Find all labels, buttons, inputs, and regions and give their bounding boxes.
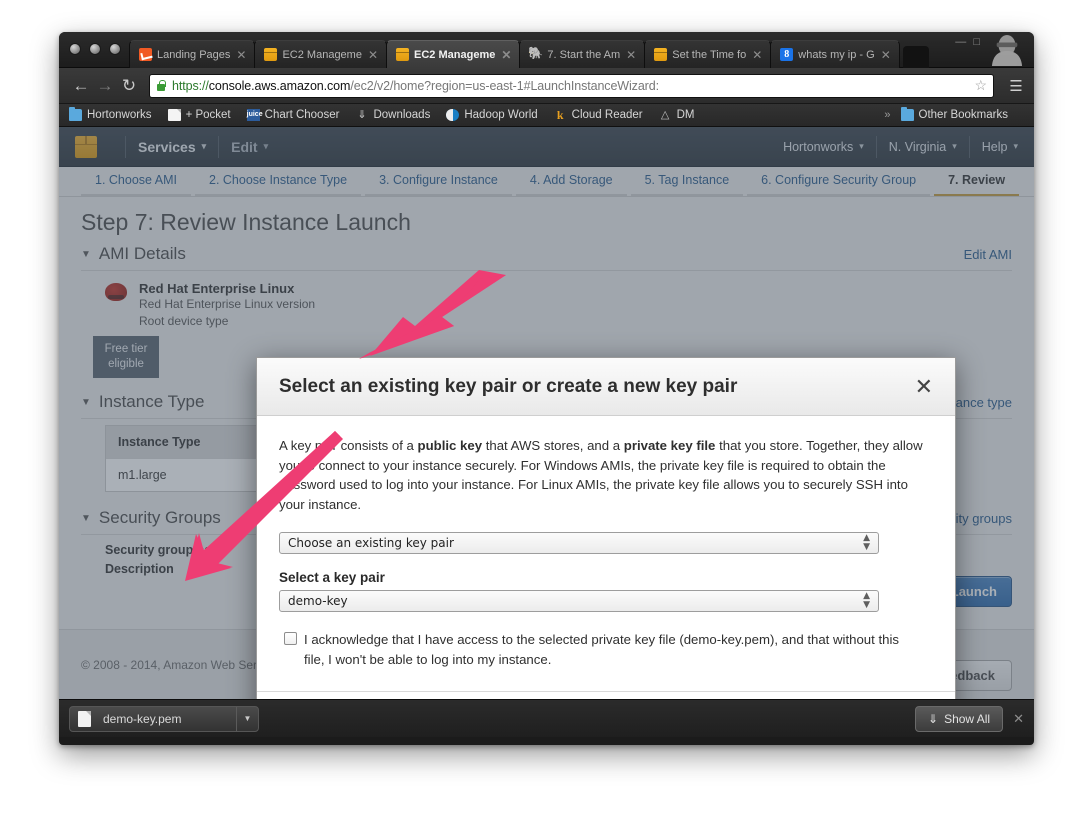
aws-cube-favicon-icon xyxy=(396,48,410,61)
downloaded-file-item[interactable]: demo-key.pem ▼ xyxy=(69,705,259,732)
tab-close-icon[interactable]: ✕ xyxy=(368,48,378,62)
tab-title: whats my ip - G xyxy=(798,48,875,61)
aws-cube-favicon-icon xyxy=(654,48,668,61)
bookmark-label: Hortonworks xyxy=(87,109,152,121)
tab-close-icon[interactable]: ✕ xyxy=(236,48,246,62)
other-bookmarks-label: Other Bookmarks xyxy=(918,109,1008,121)
folder-icon xyxy=(69,107,82,121)
tab-title: 7. Start the Am xyxy=(547,48,621,61)
show-all-label: Show All xyxy=(944,711,991,726)
keypair-select[interactable]: demo-key ▲ ▼ xyxy=(279,590,879,612)
browser-toolbar: ← → ↻ https://console.aws.amazon.com/ec2… xyxy=(59,68,1034,104)
url-text: https://console.aws.amazon.com/ec2/v2/ho… xyxy=(172,78,659,93)
document-icon xyxy=(167,109,181,121)
bookmarks-overflow-icon[interactable]: » xyxy=(874,109,900,121)
reload-icon[interactable]: ↻ xyxy=(117,76,141,96)
incognito-avatar-icon xyxy=(991,34,1023,66)
chart-favicon-icon xyxy=(139,48,152,61)
bookmark-cloud-reader[interactable]: k Cloud Reader xyxy=(554,109,643,121)
tab-title: Landing Pages xyxy=(157,48,231,61)
bookmark-downloads[interactable]: ⇓ Downloads xyxy=(355,109,430,121)
folder-icon xyxy=(900,107,914,121)
download-arrow-icon: ⇓ xyxy=(357,109,367,121)
modal-description: A key pair consists of a public key that… xyxy=(279,438,923,512)
acknowledge-row[interactable]: I acknowledge that I have access to the … xyxy=(279,630,933,669)
close-icon[interactable]: ✕ xyxy=(915,375,933,398)
tab-close-icon[interactable]: ✕ xyxy=(626,48,636,62)
ssl-lock-icon xyxy=(156,79,166,92)
browser-tab-1[interactable]: Landing Pages ✕ xyxy=(129,40,256,68)
browser-tab-5[interactable]: Set the Time fo ✕ xyxy=(644,40,772,68)
screenshot-root: Landing Pages ✕ EC2 Manageme ✕ EC2 Manag… xyxy=(0,0,1092,826)
tab-title: EC2 Manageme xyxy=(282,48,362,61)
close-window-button[interactable] xyxy=(69,43,81,55)
download-shelf: demo-key.pem ▼ ⇓ Show All ✕ xyxy=(59,699,1034,737)
browser-tab-2[interactable]: EC2 Manageme ✕ xyxy=(254,40,388,68)
bookmark-label: Downloads xyxy=(373,109,431,121)
browser-tab-6[interactable]: 8 whats my ip - G ✕ xyxy=(770,40,900,68)
keypair-mode-select[interactable]: Choose an existing key pair ▲ ▼ xyxy=(279,532,879,554)
bookmark-hortonworks[interactable]: Hortonworks xyxy=(69,107,152,121)
new-tab-button[interactable] xyxy=(902,46,929,68)
elephant-favicon-icon xyxy=(528,46,543,61)
hamburger-menu-icon[interactable]: ☰ xyxy=(1008,77,1024,95)
window-traffic-lights[interactable] xyxy=(69,43,121,55)
modal-header: Select an existing key pair or create a … xyxy=(257,358,955,416)
google-favicon-icon: 8 xyxy=(780,48,794,61)
browser-tab-3-active[interactable]: EC2 Manageme ✕ xyxy=(386,40,521,68)
bookmark-star-icon[interactable]: ☆ xyxy=(966,77,987,94)
keypair-mode-row: Choose an existing key pair ▲ ▼ xyxy=(279,532,933,554)
bookmark-label: + Pocket xyxy=(185,109,231,121)
forward-arrow-icon[interactable]: → xyxy=(93,76,117,96)
modal-body: A key pair consists of a public key that… xyxy=(257,416,955,669)
shelf-right-group: ⇓ Show All ✕ xyxy=(915,705,1024,732)
bookmark-label: Hadoop World xyxy=(464,109,538,121)
bookmark-hadoop-world[interactable]: Hadoop World xyxy=(446,109,538,121)
select-spinner-icon: ▲ ▼ xyxy=(863,591,870,610)
window-controls[interactable]: — □ xyxy=(955,36,982,48)
address-bar[interactable]: https://console.aws.amazon.com/ec2/v2/ho… xyxy=(149,73,994,98)
bookmark-pocket[interactable]: + Pocket xyxy=(167,109,231,121)
chevron-down-icon[interactable]: ▼ xyxy=(236,706,258,731)
other-bookmarks-folder[interactable]: Other Bookmarks xyxy=(900,107,1008,121)
tab-title: EC2 Manageme xyxy=(414,48,496,61)
aws-cube-favicon-icon xyxy=(264,48,278,61)
minimize-window-button[interactable] xyxy=(89,43,101,55)
keypair-value: demo-key xyxy=(288,594,348,608)
maximize-window-button[interactable] xyxy=(109,43,121,55)
acknowledge-checkbox[interactable] xyxy=(284,632,297,645)
bookmark-label: Cloud Reader xyxy=(571,109,643,121)
browser-tab-4[interactable]: 7. Start the Am ✕ xyxy=(519,40,646,68)
keypair-field-label: Select a key pair xyxy=(279,570,385,585)
bookmark-dm[interactable]: △ DM xyxy=(659,109,695,121)
key-pair-modal: Select an existing key pair or create a … xyxy=(256,357,956,699)
bookmark-chart-chooser[interactable]: juice Chart Chooser xyxy=(246,109,340,121)
bookmarks-bar: Hortonworks + Pocket juice Chart Chooser… xyxy=(59,104,1034,127)
modal-title: Select an existing key pair or create a … xyxy=(279,375,738,397)
hadoop-icon xyxy=(446,109,460,121)
tab-list: Landing Pages ✕ EC2 Manageme ✕ EC2 Manag… xyxy=(129,40,929,68)
chart-icon: juice xyxy=(246,109,263,121)
bookmark-label: DM xyxy=(676,109,695,121)
show-all-downloads-button[interactable]: ⇓ Show All xyxy=(915,705,1004,732)
close-shelf-icon[interactable]: ✕ xyxy=(1013,711,1024,727)
page-viewport: Services ▾ Edit ▾ Hortonworks ▾ N. Virgi… xyxy=(59,127,1034,699)
modal-footer: Cancel Launch Instances xyxy=(257,691,955,699)
triangle-icon: △ xyxy=(660,109,670,121)
downloaded-file-name: demo-key.pem xyxy=(103,711,182,726)
tab-close-icon[interactable]: ✕ xyxy=(501,48,511,62)
acknowledge-label: I acknowledge that I have access to the … xyxy=(304,632,899,667)
browser-tabstrip: Landing Pages ✕ EC2 Manageme ✕ EC2 Manag… xyxy=(59,32,1034,68)
browser-window: Landing Pages ✕ EC2 Manageme ✕ EC2 Manag… xyxy=(59,32,1034,745)
file-icon xyxy=(78,710,91,727)
back-arrow-icon[interactable]: ← xyxy=(69,76,93,96)
tab-close-icon[interactable]: ✕ xyxy=(752,48,762,62)
kindle-icon: k xyxy=(556,108,564,122)
keypair-mode-value: Choose an existing key pair xyxy=(288,536,454,550)
tab-title: Set the Time fo xyxy=(672,48,747,61)
tab-close-icon[interactable]: ✕ xyxy=(881,48,891,62)
download-arrow-icon: ⇓ xyxy=(928,711,939,726)
select-spinner-icon: ▲ ▼ xyxy=(863,533,870,552)
bookmark-label: Chart Chooser xyxy=(264,109,340,121)
